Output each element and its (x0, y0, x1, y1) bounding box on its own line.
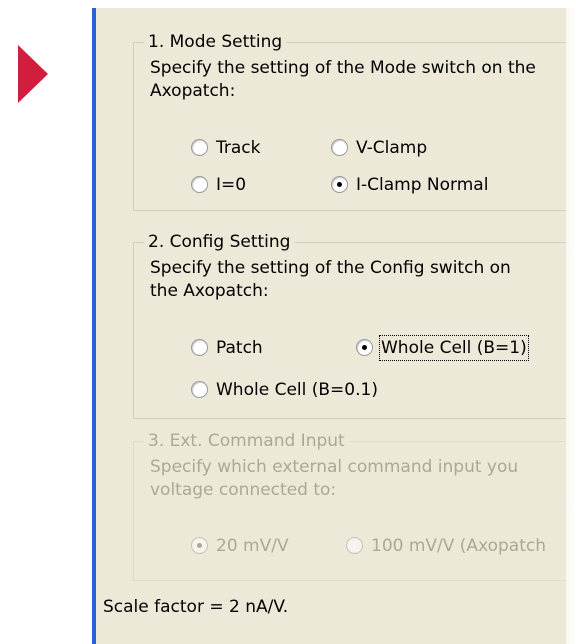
radio-patch-button[interactable] (191, 339, 208, 356)
mode-setting-group: 1. Mode Setting Specify the setting of t… (133, 31, 566, 211)
mode-setting-description: Specify the setting of the Mode switch o… (150, 57, 536, 103)
radio-track-label: Track (216, 138, 261, 158)
radio-v-clamp-label: V-Clamp (356, 138, 428, 158)
config-setting-group: 2. Config Setting Specify the setting of… (133, 231, 566, 419)
radio-i-clamp-normal-button[interactable] (331, 176, 348, 193)
radio-whole-cell-b1-label: Whole Cell (B=1) (379, 335, 529, 361)
ext-command-input-group: 3. Ext. Command Input Specify which exte… (133, 430, 566, 581)
axopatch-settings-dialog: 1. Mode Setting Specify the setting of t… (96, 8, 566, 644)
config-setting-title: 2. Config Setting (144, 231, 295, 253)
mode-desc-line2: Axopatch: (150, 81, 236, 101)
radio-track-button[interactable] (191, 139, 208, 156)
mode-desc-line1: Specify the setting of the Mode switch o… (150, 58, 536, 78)
radio-v-clamp-button[interactable] (331, 139, 348, 156)
config-desc-line1: Specify the setting of the Config switch… (150, 258, 511, 278)
radio-i-zero-button[interactable] (191, 176, 208, 193)
scale-factor-text: Scale factor = 2 nA/V. (103, 597, 289, 617)
config-desc-line2: the Axopatch: (150, 281, 269, 301)
radio-whole-cell-b01-button[interactable] (191, 381, 208, 398)
radio-i-zero-label: I=0 (216, 175, 247, 195)
mode-setting-title: 1. Mode Setting (144, 31, 287, 53)
radio-patch-label: Patch (216, 338, 263, 358)
radio-100mv-label: 100 mV/V (Axopatch (371, 536, 546, 556)
radio-20mv-button[interactable] (191, 537, 208, 554)
ext-desc-line2: voltage connected to: (150, 480, 337, 500)
radio-i-clamp-normal-label: I-Clamp Normal (356, 175, 489, 195)
pointer-arrow-icon (18, 45, 48, 103)
radio-100mv-button[interactable] (346, 537, 363, 554)
radio-whole-cell-b1-button[interactable] (356, 339, 373, 356)
screenshot-edge-fade (566, 8, 576, 644)
ext-desc-line1: Specify which external command input you (150, 457, 519, 477)
radio-whole-cell-b01-label: Whole Cell (B=0.1) (216, 380, 378, 400)
ext-command-description: Specify which external command input you… (150, 456, 518, 502)
radio-20mv-label: 20 mV/V (216, 536, 289, 556)
ext-command-input-title: 3. Ext. Command Input (144, 430, 349, 452)
config-setting-description: Specify the setting of the Config switch… (150, 257, 511, 303)
